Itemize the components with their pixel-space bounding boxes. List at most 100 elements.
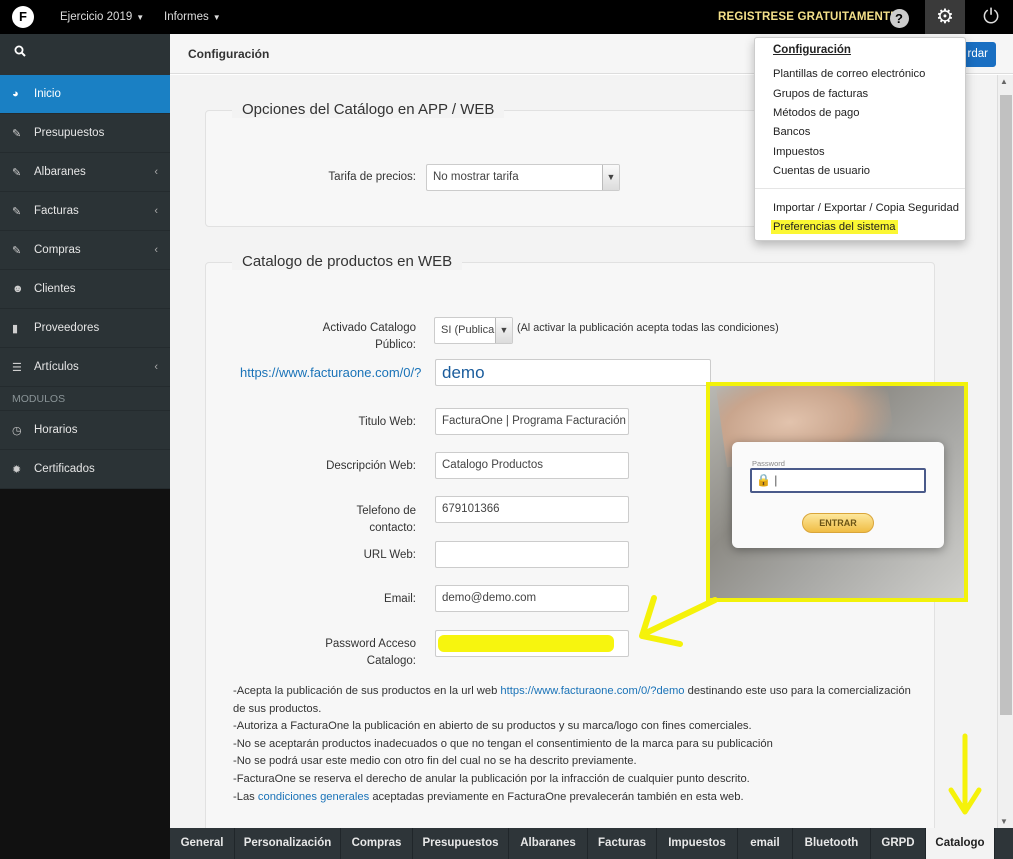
terms-line-3: -No se aceptarán productos inadecuados o…: [233, 737, 773, 750]
catalog-options-legend: Opciones del Catálogo en APP / WEB: [232, 101, 505, 118]
active-select-value: SI (Publica: [441, 324, 495, 336]
title-input[interactable]: FacturaOne | Programa Facturación O: [435, 408, 629, 435]
chevron-left-icon: ‹: [154, 244, 158, 256]
tab-general[interactable]: General: [170, 828, 235, 859]
edit-icon: ✎: [12, 244, 22, 257]
email-input[interactable]: demo@demo.com: [435, 585, 629, 612]
register-link[interactable]: REGISTRESE GRATUITAMENTE: [718, 11, 898, 23]
dropdown-item-payment-methods[interactable]: Métodos de pago: [773, 107, 859, 119]
sidebar-item-proveedores[interactable]: ▮ Proveedores: [0, 309, 170, 348]
clock-icon: ◷: [12, 424, 22, 437]
general-conditions-link[interactable]: condiciones generales: [258, 791, 369, 803]
tab-presupuestos[interactable]: Presupuestos: [413, 828, 509, 859]
sidebar-item-label: Inicio: [34, 88, 61, 100]
tab-compras[interactable]: Compras: [341, 828, 413, 859]
description-label: Descripción Web:: [326, 460, 416, 472]
sidebar-item-presupuestos[interactable]: ✎ Presupuestos: [0, 114, 170, 153]
dropdown-item-preferences[interactable]: Preferencias del sistema: [771, 220, 898, 234]
login-card: Password 🔒 | ENTRAR: [732, 442, 944, 548]
edit-icon: ✎: [12, 205, 22, 218]
title-label: Titulo Web:: [358, 416, 416, 428]
menu-informes[interactable]: Informes ▼: [164, 11, 221, 23]
url-web-input[interactable]: [435, 541, 629, 568]
catalog-url-prefix[interactable]: https://www.facturaone.com/0/?: [240, 365, 421, 380]
sidebar-item-certificados[interactable]: ✹ Certificados: [0, 450, 170, 489]
description-input[interactable]: Catalogo Productos: [435, 452, 629, 479]
sidebar-item-inicio[interactable]: ◕ Inicio: [0, 75, 170, 114]
app-logo[interactable]: F: [12, 6, 34, 28]
tab-facturas[interactable]: Facturas: [588, 828, 657, 859]
email-label: Email:: [384, 593, 416, 605]
login-password-field: 🔒 |: [750, 468, 926, 493]
phone-input[interactable]: 679101366: [435, 496, 629, 523]
active-select[interactable]: SI (Publica ▼: [434, 317, 513, 344]
tab-personalizacion[interactable]: Personalización: [235, 828, 341, 859]
sidebar-item-label: Clientes: [34, 283, 76, 295]
sidebar-item-clientes[interactable]: ☻ Clientes: [0, 270, 170, 309]
terms-line-1-end: destinando este uso para la comercializa…: [684, 685, 911, 697]
dropdown-heading[interactable]: Configuración: [773, 44, 851, 56]
page-title: Configuración: [188, 47, 270, 61]
dropdown-item-taxes[interactable]: Impuestos: [773, 146, 825, 158]
scrollbar-thumb[interactable]: [1000, 95, 1012, 715]
phone-label-line2: contacto:: [369, 522, 416, 534]
logout-button[interactable]: ⏻: [974, 0, 1008, 34]
sidebar-item-label: Facturas: [34, 205, 79, 217]
tab-bluetooth[interactable]: Bluetooth: [793, 828, 871, 859]
password-label-line2: Catalogo:: [366, 655, 416, 667]
help-button[interactable]: ?: [882, 0, 916, 34]
certificate-icon: ✹: [12, 463, 22, 476]
catalog-url-input[interactable]: demo: [435, 359, 711, 386]
terms-line-6-end: aceptadas previamente en FacturaOne prev…: [369, 790, 744, 803]
login-button: ENTRAR: [802, 513, 874, 533]
web-catalog-legend: Catalogo de productos en WEB: [232, 253, 463, 270]
tab-catalogo[interactable]: Catalogo: [926, 828, 995, 859]
scroll-down-icon[interactable]: ▼: [1000, 817, 1008, 826]
url-web-label: URL Web:: [363, 549, 416, 561]
sidebar-item-compras[interactable]: ✎ Compras ‹: [0, 231, 170, 270]
tab-albaranes[interactable]: Albaranes: [509, 828, 588, 859]
menu-ejercicio-label: Ejercicio 2019: [60, 11, 133, 23]
settings-button[interactable]: ⚙: [925, 0, 965, 34]
annotation-arrow-left: [639, 595, 718, 647]
dropdown-item-import-export[interactable]: Importar / Exportar / Copia Seguridad: [773, 202, 959, 214]
chevron-down-icon: ▼: [602, 165, 619, 190]
phone-label-line1: Telefono de: [356, 505, 416, 517]
dropdown-item-invoice-groups[interactable]: Grupos de facturas: [773, 88, 868, 100]
bar-chart-icon: ▮: [12, 322, 19, 335]
sidebar-item-horarios[interactable]: ◷ Horarios: [0, 411, 170, 450]
vertical-scrollbar[interactable]: ▲ ▼: [997, 75, 1013, 828]
sidebar-search[interactable]: [0, 34, 170, 75]
active-note: (Al activar la publicación acepta todas …: [517, 322, 779, 334]
price-select-value: No mostrar tarifa: [433, 171, 519, 183]
list-icon: ☰: [12, 361, 22, 374]
sidebar-item-label: Artículos: [34, 361, 79, 373]
help-icon: ?: [889, 8, 909, 28]
scroll-up-icon[interactable]: ▲: [1000, 77, 1008, 86]
sidebar-item-articulos[interactable]: ☰ Artículos ‹: [0, 348, 170, 387]
chevron-left-icon: ‹: [154, 361, 158, 373]
password-input[interactable]: [435, 630, 629, 657]
sidebar-item-albaranes[interactable]: ✎ Albaranes ‹: [0, 153, 170, 192]
menu-ejercicio[interactable]: Ejercicio 2019 ▼: [60, 11, 144, 23]
password-label-line1: Password Acceso: [325, 638, 416, 650]
tab-grpd[interactable]: GRPD: [871, 828, 926, 859]
tab-impuestos[interactable]: Impuestos: [657, 828, 738, 859]
sidebar-item-label: Horarios: [34, 424, 78, 436]
tab-email[interactable]: email: [738, 828, 793, 859]
terms-line-1-cont: de sus productos.: [233, 702, 322, 715]
sidebar-item-label: Proveedores: [34, 322, 100, 334]
terms-line-2: -Autoriza a FacturaOne la publicación en…: [233, 720, 752, 733]
password-highlight-mark: [438, 635, 614, 652]
terms-text: -Acepta la publicación de sus productos …: [233, 683, 933, 806]
menu-informes-label: Informes: [164, 11, 209, 23]
terms-url-link[interactable]: https://www.facturaone.com/0/?demo: [500, 685, 684, 697]
price-select[interactable]: No mostrar tarifa ▼: [426, 164, 620, 191]
dashboard-icon: ◕: [12, 88, 19, 100]
dropdown-item-banks[interactable]: Bancos: [773, 126, 810, 138]
caret-down-icon: ▼: [136, 13, 145, 22]
dropdown-item-user-accounts[interactable]: Cuentas de usuario: [773, 165, 870, 177]
terms-line-1-text: -Acepta la publicación de sus productos …: [233, 685, 501, 697]
sidebar-item-facturas[interactable]: ✎ Facturas ‹: [0, 192, 170, 231]
dropdown-item-email-templates[interactable]: Plantillas de correo electrónico: [773, 68, 925, 80]
